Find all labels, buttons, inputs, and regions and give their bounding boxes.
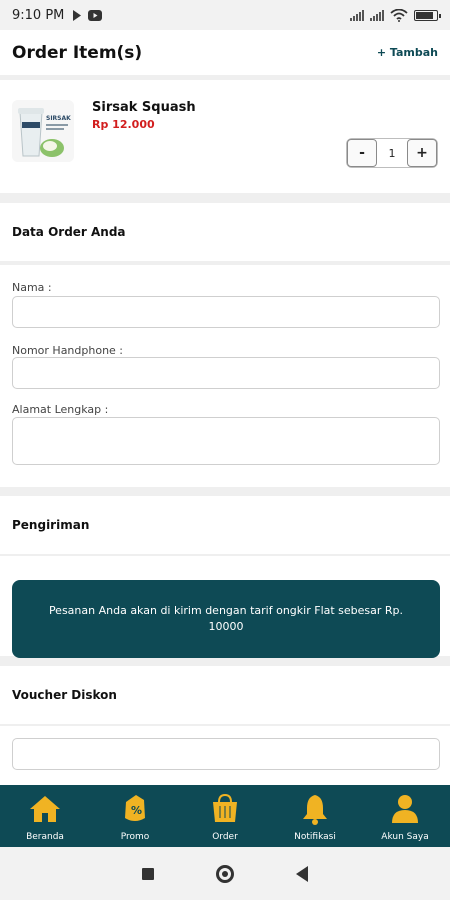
nav-label-notifikasi: Notifikasi [294, 832, 336, 842]
status-bar: 9:10 PM [0, 0, 450, 30]
data-order-title: Data Order Anda [12, 225, 126, 239]
battery-icon [414, 9, 441, 21]
nav-label-promo: Promo [120, 832, 150, 842]
order-item-card: SIRSAK Sirsak Squash Rp 12.000 - 1 + [0, 80, 450, 193]
signal-icon [350, 9, 364, 21]
voucher-heading: Voucher Diskon [0, 666, 450, 724]
bell-icon [303, 795, 327, 825]
status-time: 9:10 PM [12, 7, 65, 23]
order-screen: 9:10 PM Order Item(s) + Tambah SIRSAK Si… [0, 0, 450, 900]
status-left-icons [72, 9, 103, 21]
quantity-stepper: - 1 + [346, 138, 438, 168]
product-thumb-text: SIRSAK [46, 115, 71, 122]
voucher-input[interactable] [12, 738, 440, 770]
shipping-note-text: Pesanan Anda akan di kirim dengan tarif … [48, 603, 404, 634]
nav-item-beranda[interactable]: Beranda [0, 785, 90, 847]
product-name: Sirsak Squash [92, 100, 196, 115]
increase-qty-button[interactable]: + [407, 139, 437, 167]
status-right-icons [350, 8, 441, 22]
voucher-block [0, 726, 450, 785]
name-label: Nama : [12, 281, 52, 294]
data-order-heading: Data Order Anda [0, 203, 450, 261]
home-button-icon[interactable] [216, 864, 234, 883]
phone-input[interactable] [12, 357, 440, 389]
address-input[interactable] [12, 417, 440, 465]
recent-apps-icon[interactable] [142, 867, 154, 880]
quantity-value: 1 [388, 146, 396, 160]
address-label: Alamat Lengkap : [12, 403, 109, 416]
svg-text:%: % [131, 804, 142, 817]
page-title: Order Item(s) [12, 42, 143, 63]
add-item-link[interactable]: + Tambah [377, 46, 438, 59]
bottom-navigation: Beranda % Promo Order Notifikasi Akun Sa… [0, 785, 450, 847]
signal-icon-2 [370, 9, 384, 21]
decrease-qty-button[interactable]: - [347, 139, 377, 167]
back-icon[interactable] [296, 865, 308, 882]
order-form: Nama : Nomor Handphone : Alamat Lengkap … [0, 265, 450, 487]
shipping-info-banner: Pesanan Anda akan di kirim dengan tarif … [12, 580, 440, 658]
user-icon [392, 795, 418, 823]
nav-item-order[interactable]: Order [180, 785, 270, 847]
shipping-heading: Pengiriman [0, 496, 450, 554]
name-input[interactable] [12, 296, 440, 328]
youtube-icon [88, 9, 103, 21]
nav-label-akun-saya: Akun Saya [381, 832, 429, 842]
voucher-title: Voucher Diskon [12, 688, 117, 702]
wifi-icon [390, 8, 408, 22]
phone-label: Nomor Handphone : [12, 344, 124, 357]
nav-item-notifikasi[interactable]: Notifikasi [270, 785, 360, 847]
nav-label-beranda: Beranda [26, 832, 64, 842]
play-store-icon [73, 9, 82, 21]
nav-item-promo[interactable]: % Promo [90, 785, 180, 847]
nav-label-order: Order [212, 832, 238, 842]
product-price: Rp 12.000 [92, 118, 155, 131]
promo-tag-icon: % [125, 795, 145, 821]
home-icon [30, 796, 60, 822]
system-navigation-bar [0, 847, 450, 900]
product-thumbnail: SIRSAK [12, 100, 74, 162]
page-header: Order Item(s) + Tambah [0, 30, 450, 75]
shopping-bag-icon [213, 793, 237, 822]
shipping-title: Pengiriman [12, 518, 90, 532]
nav-item-akun-saya[interactable]: Akun Saya [360, 785, 450, 847]
